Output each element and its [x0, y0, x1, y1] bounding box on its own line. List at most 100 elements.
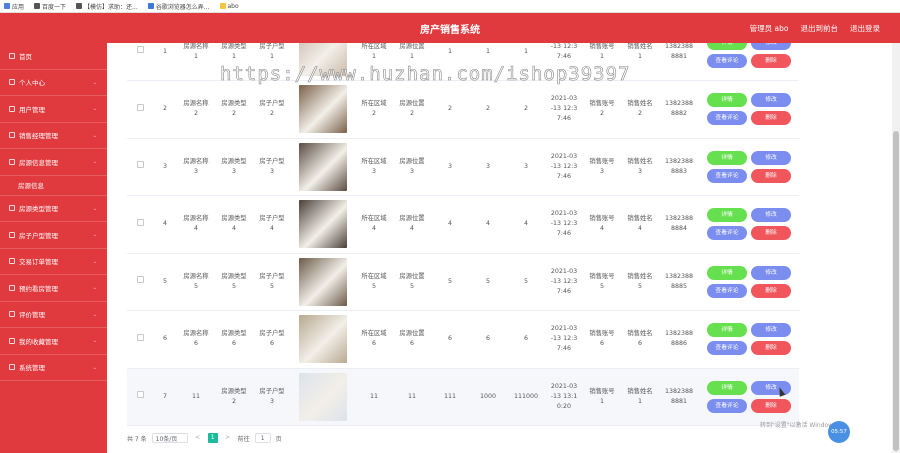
header-links: 管理员 abo 退出到前台 退出登录	[750, 23, 880, 34]
row-checkbox-cell[interactable]	[127, 310, 153, 369]
sidebar-item[interactable]: 首页	[0, 43, 107, 70]
scrollbar-thumb[interactable]	[893, 131, 899, 451]
detail-button[interactable]: 详情	[707, 208, 747, 223]
sidebar-item[interactable]: 房子户型管理 ⌄	[0, 222, 107, 249]
timer-badge[interactable]: 05:57	[828, 421, 850, 443]
delete-button[interactable]: 删除	[751, 168, 791, 183]
cell-value-3: 1	[507, 43, 545, 81]
view-review-button[interactable]: 查看评论	[707, 283, 747, 298]
row-checkbox-cell[interactable]	[127, 195, 153, 254]
bookmark-label: 应用	[12, 3, 25, 11]
cell-phone: 1382388 8882	[659, 80, 699, 139]
view-review-button[interactable]: 查看评论	[707, 341, 747, 356]
edit-button[interactable]: 修改	[751, 208, 791, 223]
cell-location: 房源位置 5	[393, 253, 431, 311]
row-checkbox[interactable]	[136, 103, 144, 111]
cell-area: 所在区域 5	[355, 253, 393, 311]
cell-value-2: 6	[469, 310, 507, 369]
goto-page-input[interactable]: 1	[254, 433, 271, 443]
sidebar-item[interactable]: 我的收藏管理 ⌄	[0, 328, 107, 355]
edit-button[interactable]: 修改	[751, 93, 791, 108]
row-checkbox-cell[interactable]	[127, 43, 153, 81]
sidebar-item[interactable]: 房源类型管理 ⌄	[0, 196, 107, 222]
chevron-down-icon: ⌄	[92, 311, 97, 318]
view-review-button[interactable]: 查看评论	[707, 226, 747, 241]
edit-button[interactable]: 修改	[751, 265, 791, 280]
sidebar-item[interactable]: 系统管理 ⌄	[0, 355, 107, 381]
row-checkbox-cell[interactable]	[127, 80, 153, 139]
back-to-frontend-link[interactable]: 退出到前台	[801, 23, 839, 34]
delete-button[interactable]: 删除	[751, 226, 791, 241]
chevron-down-icon: ⌄	[92, 258, 97, 265]
bookmark-item[interactable]: 【模仿】求助：还...	[76, 2, 138, 11]
view-review-button[interactable]: 查看评论	[707, 53, 747, 68]
cell-index: 7	[153, 368, 177, 426]
row-checkbox-cell[interactable]	[127, 368, 153, 426]
bookmark-item[interactable]: abo	[219, 3, 239, 10]
house-photo	[299, 142, 347, 191]
row-checkbox[interactable]	[136, 276, 144, 284]
sidebar-item[interactable]: 交易订单管理 ⌄	[0, 249, 107, 275]
edit-button[interactable]: 修改	[751, 150, 791, 165]
edit-button[interactable]: 修改	[751, 43, 791, 50]
logout-link[interactable]: 退出登录	[850, 23, 880, 34]
page-size-value: 10条/页	[155, 435, 178, 443]
cell-house-type: 房源类型 6	[215, 310, 253, 369]
page-size-select[interactable]: 10条/页	[151, 433, 188, 443]
delete-button[interactable]: 删除	[751, 341, 791, 356]
view-review-button[interactable]: 查看评论	[707, 168, 747, 183]
sidebar-item[interactable]: 个人中心 ⌄	[0, 70, 107, 96]
prev-page-button[interactable]: <	[193, 433, 203, 443]
cell-time: 2021-03 -13 13:1 0:20	[545, 368, 583, 426]
detail-button[interactable]: 详情	[707, 43, 747, 50]
cell-house-layout: 房子户型 5	[253, 253, 291, 311]
next-page-button[interactable]: >	[223, 433, 233, 443]
row-checkbox-cell[interactable]	[127, 253, 153, 311]
detail-button[interactable]: 详情	[707, 93, 747, 108]
house-photo	[299, 85, 347, 134]
cell-seller-account: 销售账号 5	[583, 253, 621, 311]
view-review-button[interactable]: 查看评论	[707, 111, 747, 126]
chevron-down-icon: ⌄	[92, 159, 97, 165]
sidebar-item[interactable]: 销售经理管理 ⌄	[0, 123, 107, 149]
edit-button[interactable]: 修改	[751, 323, 791, 338]
detail-button[interactable]: 详情	[707, 150, 747, 165]
bookmark-item[interactable]: 谷歌浏览器怎么弄...	[147, 2, 210, 11]
cell-location: 房源位置 4	[393, 195, 431, 254]
sidebar-item[interactable]: 用户管理 ⌄	[0, 96, 107, 123]
cell-house-layout: 房子户型 6	[253, 310, 291, 369]
cell-index: 6	[153, 310, 177, 369]
cell-value-2: 1000	[469, 368, 507, 426]
sidebar-item[interactable]: 房源信息管理 ⌄	[0, 149, 107, 176]
current-page-button[interactable]: 1	[207, 433, 218, 443]
row-checkbox-cell[interactable]	[127, 138, 153, 196]
row-checkbox[interactable]	[136, 46, 144, 53]
table-row: 4 房源名称 4 房源类型 4 房子户型 4 所在区域 4 房源位置 4 4 4 4 2021-0…	[127, 195, 799, 254]
cell-location: 11	[393, 368, 431, 426]
delete-button[interactable]: 删除	[751, 111, 791, 126]
cell-index: 4	[153, 195, 177, 254]
cell-house-name: 房源名称 3	[177, 138, 215, 196]
row-checkbox[interactable]	[136, 391, 144, 399]
sidebar-item[interactable]: 预约看房管理 ⌄	[0, 275, 107, 302]
delete-button[interactable]: 删除	[751, 53, 791, 68]
sidebar-item[interactable]: 评价管理 ⌄	[0, 302, 107, 328]
cell-actions: 详情修改查看评论删除	[699, 368, 799, 426]
edit-button[interactable]: 修改	[751, 380, 791, 395]
row-checkbox[interactable]	[136, 333, 144, 341]
cell-house-layout: 房子户型 1	[253, 43, 291, 81]
row-checkbox[interactable]	[136, 218, 144, 226]
bookmark-item[interactable]: 百度一下	[34, 2, 66, 11]
row-checkbox[interactable]	[136, 161, 144, 169]
delete-button[interactable]: 删除	[751, 283, 791, 298]
delete-button[interactable]: 删除	[751, 398, 791, 413]
bookmark-item[interactable]: 应用	[4, 2, 24, 11]
view-review-button[interactable]: 查看评论	[707, 398, 747, 413]
detail-button[interactable]: 详情	[707, 323, 747, 338]
chevron-down-icon: ⌄	[92, 79, 97, 86]
detail-button[interactable]: 详情	[707, 380, 747, 395]
cell-time: 2021-03 -13 12:3 7:46	[545, 138, 583, 196]
page-scrollbar[interactable]	[892, 43, 900, 453]
sidebar-subitem-house-info[interactable]: 房源信息	[0, 176, 107, 196]
detail-button[interactable]: 详情	[707, 265, 747, 280]
